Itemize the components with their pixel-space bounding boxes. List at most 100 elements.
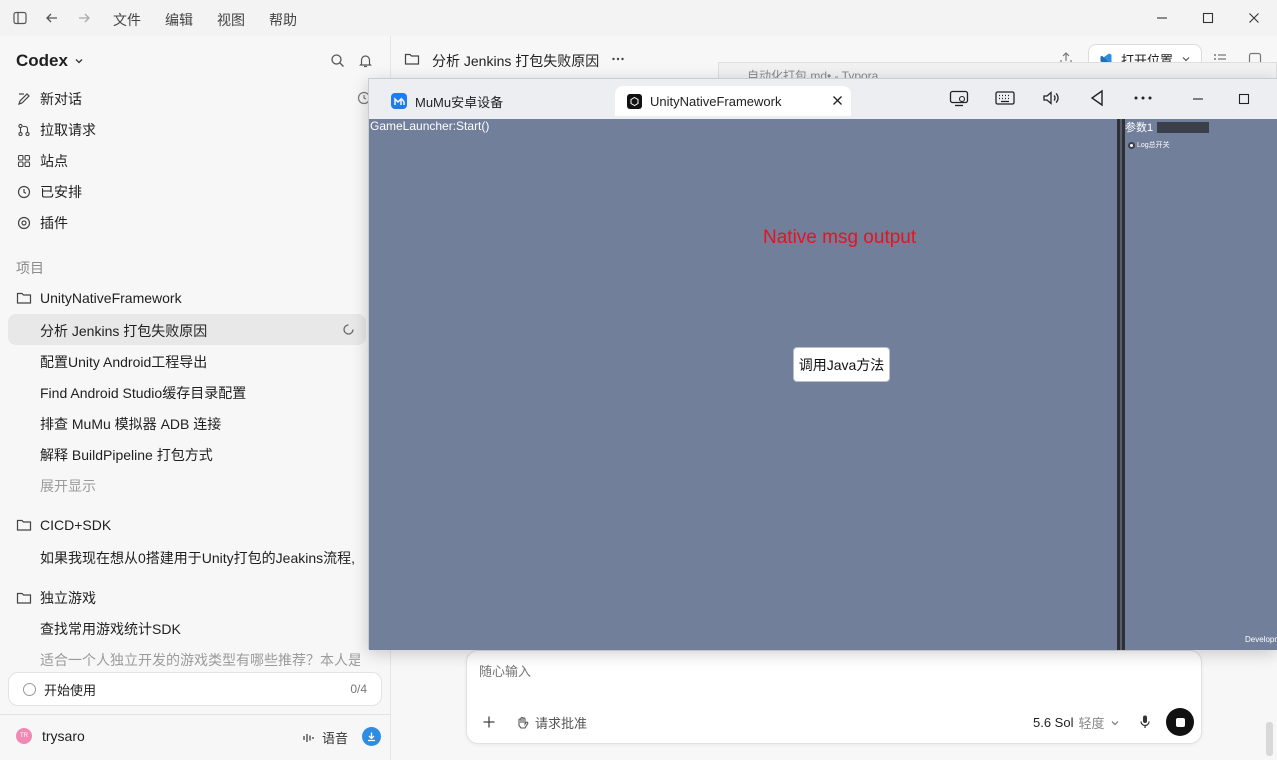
- project-indie-games[interactable]: 独立游戏: [16, 588, 96, 608]
- edit-icon: [16, 92, 31, 107]
- nav-new-chat[interactable]: 新对话: [16, 87, 82, 111]
- project-name: 独立游戏: [40, 590, 96, 606]
- back-arrow-icon[interactable]: [44, 10, 60, 26]
- keyboard-icon[interactable]: [995, 91, 1015, 105]
- thread-item[interactable]: 分析 Jenkins 打包失败原因: [40, 321, 207, 341]
- param-input[interactable]: [1157, 122, 1209, 133]
- call-java-button[interactable]: 调用Java方法: [793, 347, 890, 382]
- thread-item[interactable]: Find Android Studio缓存目录配置: [40, 383, 246, 403]
- folder-icon: [16, 518, 32, 532]
- download-update-icon[interactable]: [362, 727, 381, 746]
- unity-logo-icon: [627, 93, 642, 109]
- username: trysaro: [42, 728, 85, 744]
- expand-threads-link[interactable]: 展开显示: [40, 476, 96, 496]
- emulator-window: MuMu安卓设备 UnityNativeFramework GameLaunch…: [368, 78, 1277, 650]
- log-toggle-label: Log总开关: [1137, 142, 1170, 149]
- getting-started-card[interactable]: 开始使用 0/4: [8, 672, 382, 706]
- pane-divider[interactable]: [1117, 119, 1125, 650]
- tab-unitynativeframework[interactable]: UnityNativeFramework: [615, 86, 851, 116]
- thread-item[interactable]: 适合一个人独立开发的游戏类型有哪些推荐？本人是: [40, 650, 360, 670]
- maximize-icon[interactable]: [1238, 93, 1250, 105]
- thread-item[interactable]: 解释 BuildPipeline 打包方式: [40, 445, 213, 465]
- nav-plugins[interactable]: 插件: [16, 211, 68, 235]
- workspace-switcher[interactable]: Codex: [16, 51, 84, 71]
- thread-item[interactable]: 配置Unity Android工程导出: [40, 352, 207, 372]
- menu-edit[interactable]: 编辑: [165, 10, 193, 30]
- divider-line: [1120, 119, 1122, 650]
- nav-label: 拉取请求: [40, 122, 96, 138]
- bell-icon[interactable]: [358, 53, 373, 68]
- tab-label: UnityNativeFramework: [650, 93, 782, 109]
- tab-mumu-device[interactable]: MuMu安卓设备: [377, 86, 617, 116]
- voice-label: 语音: [322, 731, 349, 746]
- approval-mode-button[interactable]: 请求批准: [516, 713, 587, 732]
- nav-pull-requests[interactable]: 拉取请求: [16, 118, 96, 142]
- message-input[interactable]: [479, 659, 1179, 683]
- model-label: 5.6 Sol: [1033, 715, 1074, 730]
- stop-icon: [1175, 717, 1185, 727]
- avatar: TR: [16, 728, 32, 744]
- folder-icon: [404, 52, 420, 66]
- model-selector[interactable]: 5.6 Sol 轻度: [1033, 713, 1120, 732]
- thread-item[interactable]: 排查 MuMu 模拟器 ADB 连接: [40, 414, 221, 434]
- tab-label: MuMu安卓设备: [415, 94, 504, 110]
- nav-sites[interactable]: 站点: [16, 149, 68, 173]
- game-viewport[interactable]: GameLauncher:Start() Native msg output 调…: [369, 119, 1117, 650]
- plugin-icon: [16, 216, 31, 231]
- scrollbar[interactable]: [1266, 722, 1273, 756]
- log-toggle[interactable]: Log总开关: [1128, 140, 1170, 150]
- hand-icon: [516, 716, 529, 730]
- param-label: 参数1: [1125, 122, 1154, 134]
- minimize-icon[interactable]: [1192, 94, 1204, 104]
- stop-button[interactable]: [1166, 708, 1194, 736]
- menu-file[interactable]: 文件: [113, 10, 141, 30]
- user-profile[interactable]: TR trysaro: [16, 728, 85, 744]
- voice-button[interactable]: 语音: [302, 728, 348, 747]
- menu-help[interactable]: 帮助: [269, 10, 297, 30]
- minimize-icon[interactable]: [1152, 8, 1172, 28]
- thread-item[interactable]: 如果我现在想从0搭建用于Unity打包的Jeakins流程,: [40, 548, 355, 568]
- project-unitynativeframework[interactable]: UnityNativeFramework: [16, 290, 182, 306]
- sidebar: Codex 新对话 拉取请求 站点 已安排 插件 项目 UnityNativeF…: [0, 36, 391, 760]
- project-cicd-sdk[interactable]: CICD+SDK: [16, 517, 111, 533]
- nav-label: 已安排: [40, 184, 82, 200]
- android-back-icon[interactable]: [1089, 89, 1105, 107]
- thread-item[interactable]: 查找常用游戏统计SDK: [40, 619, 181, 639]
- add-attachment-icon[interactable]: [482, 715, 496, 729]
- clock-icon: [16, 185, 31, 200]
- debug-panel: 参数1 Log总开关 Developm: [1125, 119, 1277, 650]
- loading-spinner-icon: [342, 323, 355, 336]
- menu-view[interactable]: 视图: [217, 10, 245, 30]
- log-text: GameLauncher:Start(): [370, 119, 490, 133]
- chevron-down-icon: [1110, 718, 1120, 728]
- project-name: CICD+SDK: [40, 517, 112, 533]
- more-options-icon[interactable]: [1134, 96, 1152, 100]
- screen-cast-icon[interactable]: [949, 90, 969, 107]
- composer: 请求批准 5.6 Sol 轻度: [466, 650, 1202, 744]
- nav-label: 插件: [40, 215, 68, 231]
- volume-icon[interactable]: [1042, 89, 1060, 107]
- thread-title: 分析 Jenkins 打包失败原因: [432, 53, 600, 69]
- getting-started-progress: 0/4: [350, 682, 367, 696]
- nav-label: 站点: [40, 153, 68, 169]
- sidebar-toggle-icon[interactable]: [12, 10, 28, 26]
- chevron-down-icon: [74, 56, 84, 66]
- nav-scheduled[interactable]: 已安排: [16, 180, 82, 204]
- projects-heading: 项目: [16, 260, 44, 276]
- forward-arrow-icon[interactable]: [76, 10, 92, 26]
- emulator-tabbar: MuMu安卓设备 UnityNativeFramework: [369, 79, 1277, 119]
- more-options-icon[interactable]: [611, 52, 625, 66]
- close-tab-icon[interactable]: [832, 95, 843, 106]
- app-titlebar: 文件 编辑 视图 帮助: [0, 0, 1277, 36]
- app-name: Codex: [16, 51, 68, 70]
- native-msg-output: Native msg output: [763, 227, 917, 248]
- search-icon[interactable]: [330, 53, 345, 68]
- nav-label: 新对话: [40, 91, 82, 107]
- grid-icon: [16, 154, 31, 169]
- maximize-icon[interactable]: [1198, 8, 1218, 28]
- getting-started-label: 开始使用: [44, 682, 97, 698]
- development-build-label: Developm: [1245, 635, 1277, 644]
- approval-label: 请求批准: [535, 716, 588, 731]
- close-icon[interactable]: [1244, 8, 1264, 28]
- microphone-icon[interactable]: [1138, 714, 1152, 729]
